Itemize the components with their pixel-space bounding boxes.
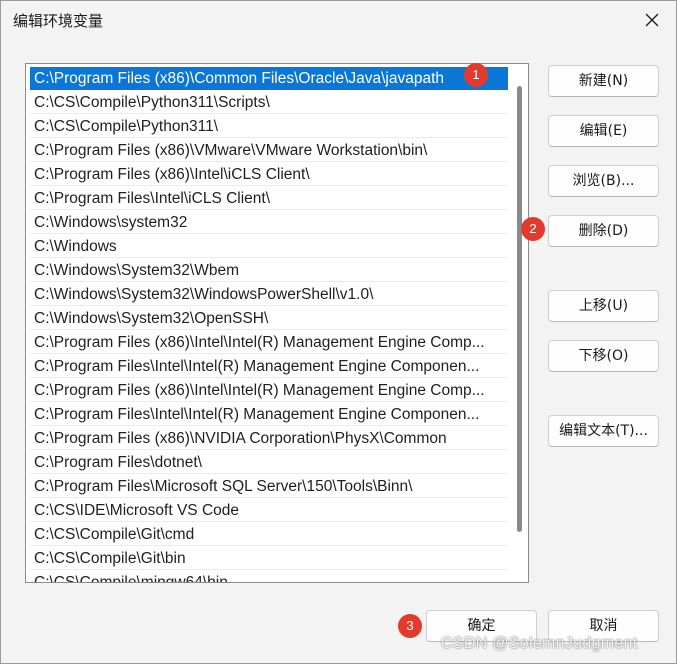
list-item[interactable]: C:\Windows [30, 235, 508, 258]
annotation-badge-2: 2 [521, 217, 545, 241]
delete-button[interactable]: 删除(D) [548, 215, 659, 247]
move-up-button[interactable]: 上移(U) [548, 290, 659, 322]
edit-env-variable-dialog: 编辑环境变量 C:\Program Files (x86)\Common Fil… [0, 0, 677, 664]
list-item[interactable]: C:\Program Files\Microsoft SQL Server\15… [30, 475, 508, 498]
list-item[interactable]: C:\Windows\System32\Wbem [30, 259, 508, 282]
list-item[interactable]: C:\Windows\system32 [30, 211, 508, 234]
path-list[interactable]: C:\Program Files (x86)\Common Files\Orac… [25, 63, 529, 583]
annotation-badge-1: 1 [464, 63, 488, 87]
list-item[interactable]: C:\Program Files\Intel\Intel(R) Manageme… [30, 355, 508, 378]
dialog-title: 编辑环境变量 [13, 12, 104, 30]
list-item[interactable]: C:\Windows\System32\OpenSSH\ [30, 307, 508, 330]
list-item[interactable]: C:\Windows\System32\WindowsPowerShell\v1… [30, 283, 508, 306]
list-item[interactable]: C:\CS\Compile\Python311\ [30, 115, 508, 138]
list-item-selected[interactable]: C:\Program Files (x86)\Common Files\Orac… [30, 67, 508, 90]
close-icon [645, 13, 659, 27]
browse-button[interactable]: 浏览(B)... [548, 165, 659, 197]
list-item[interactable]: C:\CS\Compile\Git\cmd [30, 523, 508, 546]
list-item[interactable]: C:\Program Files (x86)\Intel\iCLS Client… [30, 163, 508, 186]
list-item[interactable]: C:\Program Files\dotnet\ [30, 451, 508, 474]
list-item[interactable]: C:\Program Files (x86)\Intel\Intel(R) Ma… [30, 379, 508, 402]
list-item[interactable]: C:\CS\Compile\Git\bin [30, 547, 508, 570]
watermark-text: CSDN @SolemnJudgment [441, 635, 638, 652]
list-item[interactable]: C:\Program Files (x86)\VMware\VMware Wor… [30, 139, 508, 162]
list-scrollbar[interactable] [517, 86, 522, 532]
list-item[interactable]: C:\CS\IDE\Microsoft VS Code [30, 499, 508, 522]
list-item[interactable]: C:\CS\Compile\Python311\Scripts\ [30, 91, 508, 114]
annotation-badge-3: 3 [398, 614, 422, 638]
list-item[interactable]: C:\Program Files (x86)\NVIDIA Corporatio… [30, 427, 508, 450]
edit-text-button[interactable]: 编辑文本(T)... [548, 415, 659, 447]
close-button[interactable] [638, 7, 666, 33]
list-item[interactable]: C:\Program Files\Intel\iCLS Client\ [30, 187, 508, 210]
move-down-button[interactable]: 下移(O) [548, 340, 659, 372]
list-item[interactable]: C:\Program Files\Intel\Intel(R) Manageme… [30, 403, 508, 426]
list-item[interactable]: C:\Program Files (x86)\Intel\Intel(R) Ma… [30, 331, 508, 354]
edit-button[interactable]: 编辑(E) [548, 115, 659, 147]
list-item[interactable]: C:\CS\Compile\mingw64\bin [30, 571, 508, 582]
new-button[interactable]: 新建(N) [548, 65, 659, 97]
